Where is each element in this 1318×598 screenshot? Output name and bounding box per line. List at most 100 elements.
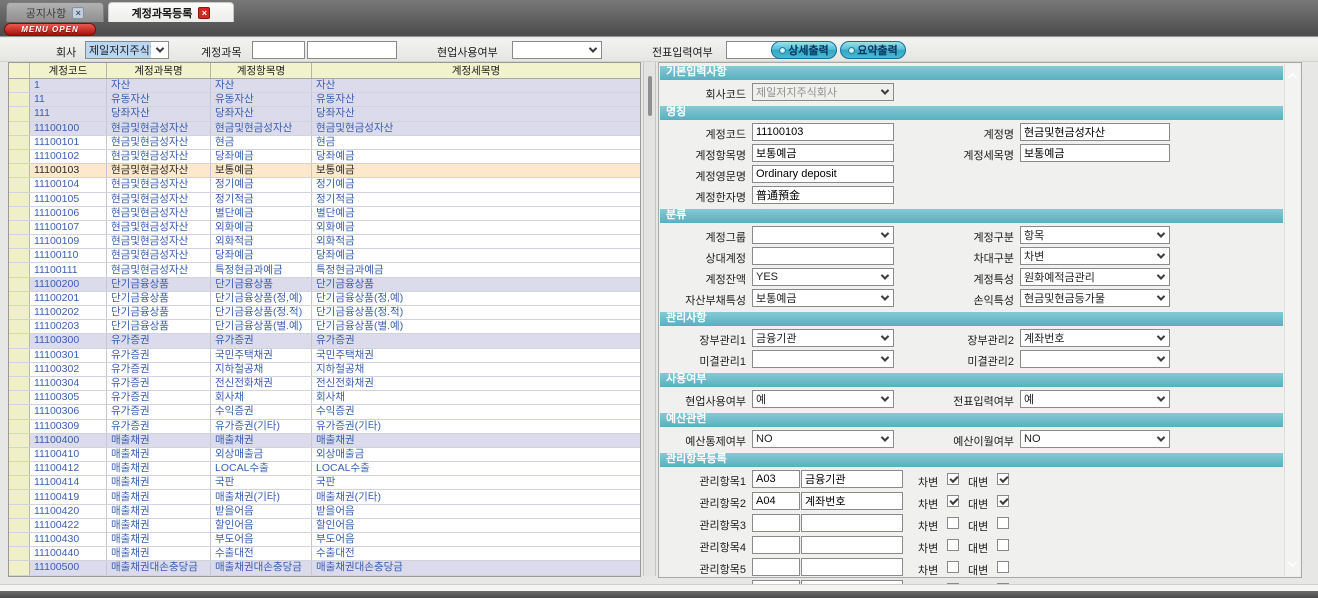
table-row[interactable]: 11100304유가증권전신전화채권전신전화채권 (9, 377, 640, 391)
table-row[interactable]: 11100101현금및현금성자산현금현금 (9, 136, 640, 150)
debit-checkbox[interactable] (947, 561, 959, 573)
row-selector-cell[interactable] (9, 178, 30, 191)
row-selector-cell[interactable] (9, 462, 30, 475)
row-selector-cell[interactable] (9, 79, 30, 92)
dropdown[interactable]: 예 (1020, 390, 1170, 408)
table-row[interactable]: 11100110현금및현금성자산당좌예금당좌예금 (9, 249, 640, 263)
table-row[interactable]: 11100104현금및현금성자산정기예금정기예금 (9, 178, 640, 192)
dropdown[interactable]: 보통예금 (752, 289, 894, 307)
table-row[interactable]: 11100301유가증권국민주택채권국민주택채권 (9, 349, 640, 363)
row-selector-cell[interactable] (9, 136, 30, 149)
credit-checkbox[interactable] (997, 539, 1009, 551)
mgmt-code-input[interactable] (752, 536, 800, 554)
row-selector-cell[interactable] (9, 235, 30, 248)
row-selector-cell[interactable] (9, 377, 30, 390)
tab-notice[interactable]: 공지사항 × (6, 2, 104, 22)
row-selector-cell[interactable] (9, 150, 30, 163)
tab-close-icon[interactable]: × (72, 7, 84, 19)
table-row[interactable]: 11100410매출채권외상매출금외상매출금 (9, 448, 640, 462)
chevron-down-icon[interactable] (1288, 558, 1298, 568)
table-row[interactable]: 11100105현금및현금성자산정기적금정기적금 (9, 193, 640, 207)
debit-checkbox[interactable] (947, 539, 959, 551)
dropdown[interactable]: 계좌번호 (1020, 329, 1170, 347)
table-row[interactable]: 11100203단기금융상품단기금융상품(별.예)단기금융상품(별.예) (9, 320, 640, 334)
mgmt-code-input[interactable] (752, 492, 800, 510)
text-input[interactable] (752, 247, 894, 265)
dropdown[interactable]: YES (752, 268, 894, 286)
row-selector-cell[interactable] (9, 221, 30, 234)
tab-account-registration[interactable]: 계정과목등록 × (108, 2, 234, 22)
row-selector-cell[interactable] (9, 405, 30, 418)
row-selector-cell[interactable] (9, 207, 30, 220)
dropdown[interactable]: 금융기관 (752, 329, 894, 347)
row-selector-cell[interactable] (9, 122, 30, 135)
table-scrollbar[interactable] (643, 62, 656, 576)
table-row[interactable]: 11100302유가증권지하철공채지하철공채 (9, 363, 640, 377)
dropdown[interactable]: 현금및현금등가물 (1020, 289, 1170, 307)
mgmt-name-input[interactable] (801, 470, 903, 488)
mgmt-code-input[interactable] (752, 470, 800, 488)
table-row[interactable]: 11100201단기금융상품단기금융상품(정,예)단기금융상품(정,예) (9, 292, 640, 306)
credit-checkbox[interactable] (997, 561, 1009, 573)
table-row[interactable]: 11100412매출채권LOCAL수출LOCAL수출 (9, 462, 640, 476)
row-selector-cell[interactable] (9, 519, 30, 532)
table-row[interactable]: 11100500매출채권대손충당금매출채권대손충당금매출채권대손충당금 (9, 561, 640, 575)
row-selector-cell[interactable] (9, 278, 30, 291)
row-selector-cell[interactable] (9, 448, 30, 461)
text-input[interactable] (752, 123, 894, 141)
dropdown[interactable]: 차변 (1020, 247, 1170, 265)
mgmt-code-input[interactable] (752, 558, 800, 576)
table-row[interactable]: 11100306유가증권수익증권수익증권 (9, 405, 640, 419)
field-use-select[interactable] (512, 41, 602, 59)
dropdown[interactable] (1020, 350, 1170, 368)
mgmt-name-input[interactable] (801, 492, 903, 510)
table-row[interactable]: 11100107현금및현금성자산외화예금외화예금 (9, 221, 640, 235)
table-row[interactable]: 11100309유가증권유가증권(기타)유가증권(기타) (9, 420, 640, 434)
table-row[interactable]: 11100200단기금융상품단기금융상품단기금융상품 (9, 278, 640, 292)
dropdown[interactable]: NO (752, 430, 894, 448)
dropdown[interactable]: 예 (752, 390, 894, 408)
row-selector-cell[interactable] (9, 107, 30, 120)
table-row[interactable]: 11100109현금및현금성자산외화적금외화적금 (9, 235, 640, 249)
row-selector-cell[interactable] (9, 320, 30, 333)
row-selector-cell[interactable] (9, 263, 30, 276)
row-selector-cell[interactable] (9, 505, 30, 518)
table-row[interactable]: 11100300유가증권유가증권유가증권 (9, 334, 640, 348)
row-selector-cell[interactable] (9, 476, 30, 489)
table-row[interactable]: 11100440매출채권수출대전수출대전 (9, 547, 640, 561)
tab-close-icon[interactable]: × (198, 7, 210, 19)
row-selector-cell[interactable] (9, 193, 30, 206)
table-row[interactable]: 11100103현금및현금성자산보통예금보통예금 (9, 164, 640, 178)
account-name-input[interactable] (307, 41, 397, 59)
debit-checkbox[interactable] (947, 473, 959, 485)
row-selector-cell[interactable] (9, 434, 30, 447)
table-row[interactable]: 11100414매출채권국판국판 (9, 476, 640, 490)
table-row[interactable]: 11유동자산유동자산유동자산 (9, 93, 640, 107)
table-row[interactable]: 11100106현금및현금성자산별단예금별단예금 (9, 207, 640, 221)
credit-checkbox[interactable] (997, 495, 1009, 507)
text-input[interactable] (752, 186, 894, 204)
table-row[interactable]: 11100420매출채권받을어음받을어음 (9, 505, 640, 519)
table-row[interactable]: 11100430매출채권부도어음부도어음 (9, 533, 640, 547)
row-selector-cell[interactable] (9, 93, 30, 106)
dropdown[interactable] (752, 226, 894, 244)
text-input[interactable] (1020, 123, 1170, 141)
row-selector-cell[interactable] (9, 391, 30, 404)
table-row[interactable]: 11100100현금및현금성자산현금및현금성자산현금및현금성자산 (9, 122, 640, 136)
dropdown[interactable]: 제일저지주식회사 (752, 83, 894, 101)
row-selector-cell[interactable] (9, 363, 30, 376)
menu-open-button[interactable]: MENU OPEN (4, 23, 96, 36)
row-selector-cell[interactable] (9, 547, 30, 560)
table-row[interactable]: 1자산자산자산 (9, 79, 640, 93)
table-row[interactable]: 11100202단기금융상품단기금융상품(정.적)단기금융상품(정.적) (9, 306, 640, 320)
dropdown[interactable]: NO (1020, 430, 1170, 448)
dropdown[interactable] (752, 350, 894, 368)
table-row[interactable]: 11100419매출채권매출채권(기타)매출채권(기타) (9, 490, 640, 504)
row-selector-cell[interactable] (9, 490, 30, 503)
debit-checkbox[interactable] (947, 517, 959, 529)
mgmt-name-input[interactable] (801, 536, 903, 554)
debit-checkbox[interactable] (947, 495, 959, 507)
summary-print-button[interactable]: 요약출력 (840, 41, 906, 59)
row-selector-cell[interactable] (9, 533, 30, 546)
row-selector-cell[interactable] (9, 334, 30, 347)
